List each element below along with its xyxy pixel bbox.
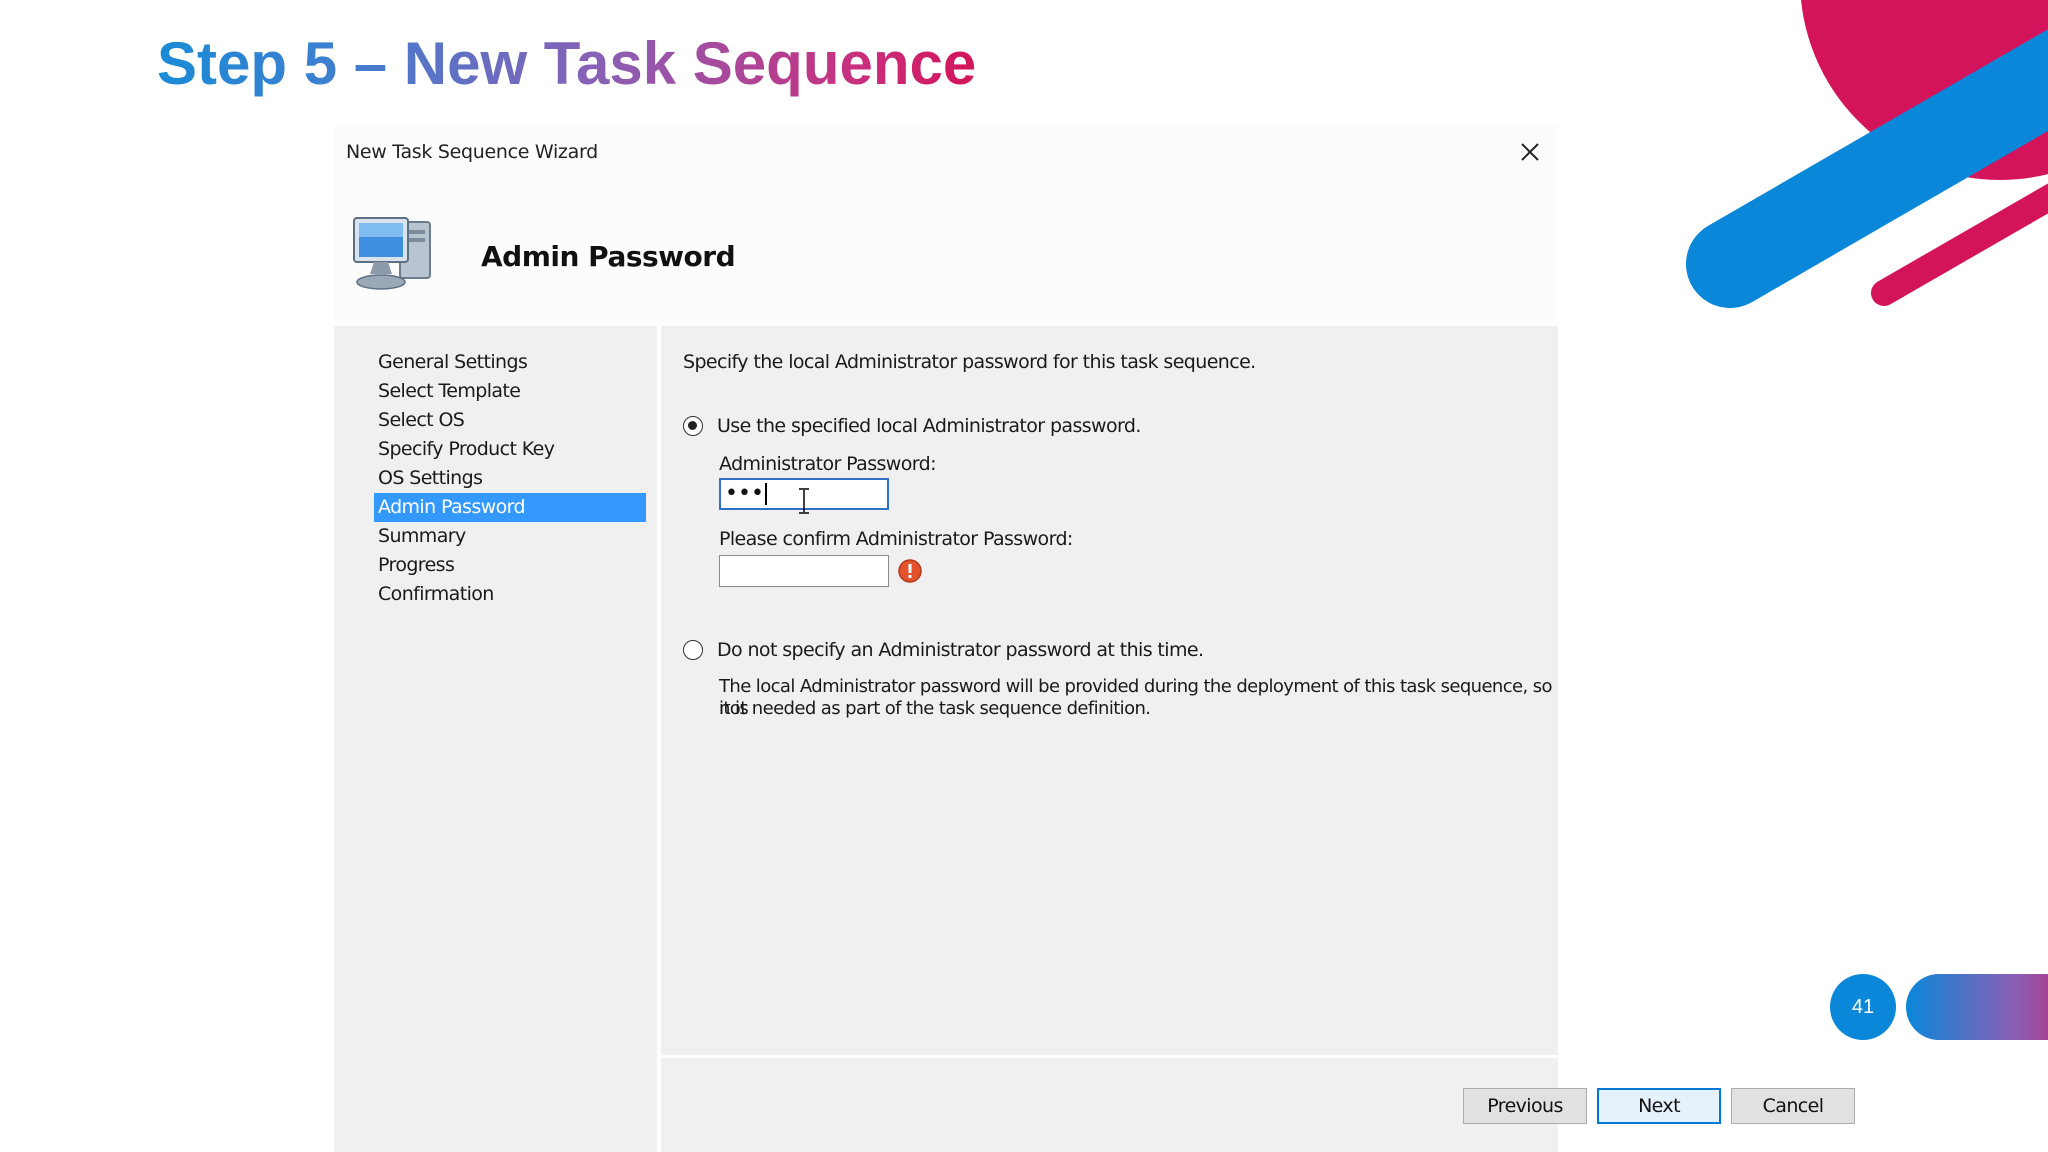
window-title: New Task Sequence Wizard: [346, 141, 598, 163]
wizard-footer: Previous Next Cancel: [661, 1058, 1855, 1152]
password-mask: •••: [725, 481, 764, 506]
confirm-password-label: Please confirm Administrator Password:: [719, 528, 1073, 550]
text-caret: [764, 483, 767, 505]
radio-label-no-password[interactable]: Do not specify an Administrator password…: [717, 639, 1204, 661]
page-number-badge: 41: [1830, 974, 1896, 1040]
nav-item-specify-product-key[interactable]: Specify Product Key: [374, 435, 646, 464]
ibeam-cursor-icon: [799, 488, 809, 514]
radio-no-password[interactable]: [683, 640, 703, 660]
nav-item-select-template[interactable]: Select Template: [374, 377, 646, 406]
gradient-pill-shape: [1906, 974, 2048, 1040]
magenta-stripe-shape: [1871, 183, 2048, 306]
slide-title: Step 5 – New Task Sequence: [157, 28, 976, 100]
nav-item-progress[interactable]: Progress: [374, 551, 646, 580]
next-button[interactable]: Next: [1597, 1088, 1721, 1124]
radio-label-use-specified-password[interactable]: Use the specified local Administrator pa…: [717, 415, 1141, 437]
page-title: Admin Password: [481, 240, 736, 273]
nav-item-os-settings[interactable]: OS Settings: [374, 464, 646, 493]
wizard-dialog: New Task Sequence Wizard Admin Password …: [334, 124, 1855, 1152]
wizard-nav-pane: General Settings Select Template Select …: [334, 326, 661, 1152]
close-button[interactable]: [1514, 136, 1546, 168]
password-field[interactable]: •••: [719, 478, 889, 514]
nav-item-select-os[interactable]: Select OS: [374, 406, 646, 435]
no-password-description-line2: not needed as part of the task sequence …: [719, 698, 1151, 719]
close-icon: [1521, 143, 1539, 161]
magenta-circle-shape: [1801, 0, 2048, 180]
nav-item-confirmation[interactable]: Confirmation: [374, 580, 646, 609]
confirm-password-field[interactable]: [719, 555, 889, 587]
error-icon: [898, 559, 922, 583]
previous-button[interactable]: Previous: [1463, 1088, 1587, 1124]
blue-stripe-shape: [1686, 29, 2048, 308]
wizard-content-pane: Specify the local Administrator password…: [661, 326, 1558, 1058]
password-label: Administrator Password:: [719, 453, 937, 475]
radio-use-specified-password[interactable]: [683, 416, 703, 436]
computer-icon: [353, 217, 431, 290]
radio-selected-dot: [688, 421, 697, 430]
nav-item-summary[interactable]: Summary: [374, 522, 646, 551]
nav-item-general-settings[interactable]: General Settings: [374, 348, 646, 377]
instruction-text: Specify the local Administrator password…: [683, 351, 1256, 373]
nav-item-admin-password[interactable]: Admin Password: [374, 493, 646, 522]
cancel-button[interactable]: Cancel: [1731, 1088, 1855, 1124]
